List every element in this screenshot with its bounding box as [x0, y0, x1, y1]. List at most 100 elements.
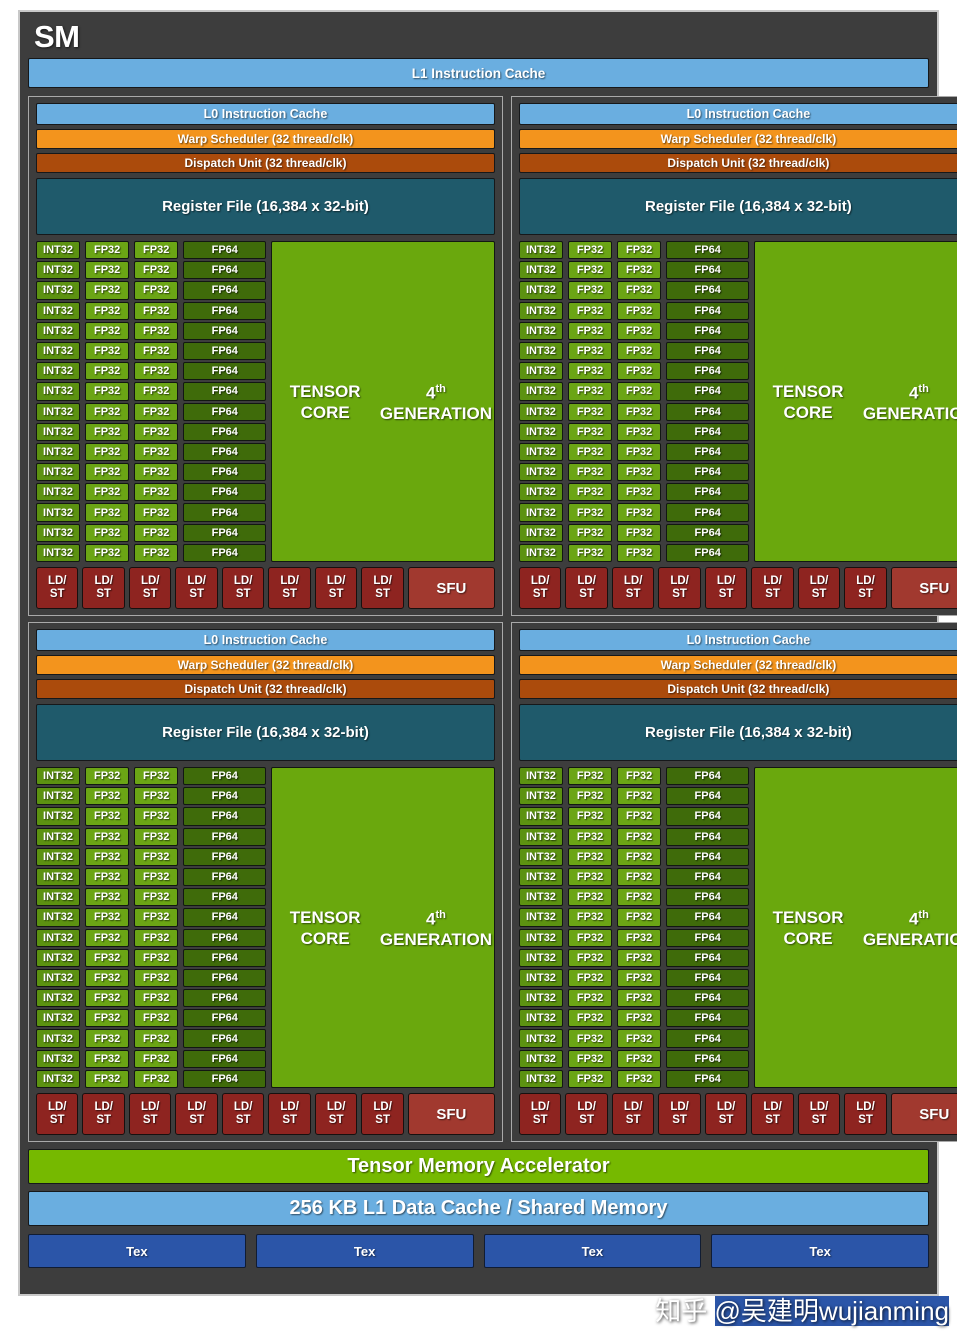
load-store-unit: LD/ST: [611, 1093, 655, 1135]
core-cell: FP32: [617, 523, 662, 542]
core-cell: FP32: [568, 1009, 613, 1028]
load-store-unit: LD/ST: [704, 1093, 748, 1135]
fp32-column-a: FP32 FP32 FP32 FP32 FP32 FP32 FP32 FP32 FP32 FP32…: [568, 767, 613, 1088]
load-store-unit: LD/ST: [797, 567, 841, 609]
dispatch-unit-block: Dispatch Unit (32 thread/clk): [518, 153, 957, 173]
core-cell: FP32: [617, 1069, 662, 1088]
core-cell: FP64: [183, 807, 267, 826]
core-cell: INT32: [36, 261, 81, 280]
processing-block-4: L0 Instruction Cache Warp Scheduler (32 t…: [510, 622, 957, 1142]
core-cell: INT32: [36, 948, 81, 967]
core-cell: FP32: [134, 261, 179, 280]
core-cell: FP32: [85, 362, 130, 381]
core-cell: INT32: [518, 989, 563, 1008]
tensor-core-line-2: 4th GENERATION: [378, 905, 494, 951]
core-cell: FP64: [183, 321, 267, 340]
core-cell: FP64: [183, 382, 267, 401]
load-store-unit: LD/ST: [314, 1093, 358, 1135]
core-cell: INT32: [518, 362, 563, 381]
core-cell: INT32: [518, 523, 563, 542]
load-store-unit: LD/ST: [361, 567, 404, 609]
load-store-label-bottom: ST: [858, 588, 873, 600]
core-cell: INT32: [518, 928, 563, 947]
core-cell: FP32: [85, 281, 130, 300]
core-cell: INT32: [518, 1069, 563, 1088]
core-cell: INT32: [518, 402, 563, 421]
core-cell: FP32: [568, 483, 613, 502]
core-cell: FP32: [617, 442, 662, 462]
load-store-label-top: LD/: [809, 1101, 829, 1113]
core-cell: FP32: [134, 362, 179, 381]
l0-instruction-cache-block: L0 Instruction Cache: [36, 103, 495, 125]
core-cell: FP32: [617, 261, 662, 280]
load-store-label-bottom: ST: [375, 588, 390, 600]
watermark: 知乎 @吴建明wujianming: [655, 1296, 949, 1326]
tensor-core-generation-ordinal: th: [435, 908, 446, 921]
core-cell: FP32: [568, 341, 613, 361]
core-cell: FP32: [85, 341, 130, 361]
core-cell: FP32: [617, 847, 662, 866]
core-cell: INT32: [36, 807, 81, 826]
warp-scheduler-block: Warp Scheduler (32 thread/clk): [36, 129, 495, 149]
core-cell: FP64: [666, 503, 750, 522]
core-cell: FP32: [85, 989, 130, 1008]
alu-core-area: INT32 INT32 INT32 INT32 INT32 INT32 INT32 INT32…: [36, 241, 495, 562]
core-cell: FP32: [568, 787, 613, 806]
core-cell: FP32: [568, 463, 613, 482]
core-cell: FP32: [134, 968, 179, 988]
load-store-unit: LD/ST: [175, 1093, 218, 1135]
core-cell: FP32: [85, 1009, 130, 1028]
core-cell: FP64: [183, 847, 267, 866]
core-cell: INT32: [518, 261, 563, 280]
register-file-block: Register File (16,384 x 32-bit): [36, 704, 495, 761]
core-cell: INT32: [36, 483, 81, 502]
load-store-unit: LD/ST: [565, 1093, 608, 1135]
core-cell: FP32: [134, 807, 179, 826]
core-cell: FP32: [568, 827, 613, 846]
core-cell: FP32: [134, 827, 179, 846]
core-cell: FP32: [134, 241, 179, 260]
core-cell: INT32: [518, 422, 563, 441]
warp-scheduler-block: Warp Scheduler (32 thread/clk): [36, 655, 495, 675]
core-cell: FP32: [568, 362, 613, 381]
core-cell: FP32: [134, 847, 179, 866]
load-store-unit: LD/ST: [314, 567, 358, 609]
load-store-label-top: LD/: [856, 1101, 875, 1113]
l0-instruction-cache-block: L0 Instruction Cache: [518, 629, 957, 651]
load-store-sfu-row: LD/ST LD/ST LD/ST LD/ST LD/ST LD/ST LD/ST LD/ST…: [518, 567, 957, 609]
core-cell: FP64: [666, 1069, 750, 1088]
core-cell: INT32: [36, 787, 81, 806]
core-cell: FP64: [666, 847, 750, 866]
core-cell: FP32: [617, 867, 662, 887]
load-store-unit: LD/ST: [128, 1093, 172, 1135]
core-cell: FP32: [617, 968, 662, 988]
core-cell: FP64: [666, 928, 750, 947]
core-cell: FP32: [134, 301, 179, 320]
fp64-column: FP64 FP64 FP64 FP64 FP64 FP64 FP64 FP64 FP64 FP64…: [666, 767, 750, 1088]
core-cell: FP32: [568, 1049, 613, 1068]
load-store-label-top: LD/: [670, 575, 689, 587]
core-cell: FP32: [85, 807, 130, 826]
load-store-label-bottom: ST: [235, 588, 251, 600]
core-cell: FP64: [183, 523, 267, 542]
core-cell: FP32: [617, 503, 662, 522]
core-cell: FP32: [134, 382, 179, 401]
core-cell: FP32: [85, 422, 130, 441]
core-cell: INT32: [36, 867, 81, 887]
int32-column: INT32 INT32 INT32 INT32 INT32 INT32 INT32 INT32…: [36, 241, 81, 562]
core-cell: FP32: [85, 543, 130, 562]
load-store-label-top: LD/: [716, 575, 736, 587]
core-cell: FP32: [568, 543, 613, 562]
load-store-label-bottom: ST: [811, 588, 827, 600]
core-cell: INT32: [36, 321, 81, 340]
core-cell: FP32: [85, 321, 130, 340]
fp32-column-b: FP32 FP32 FP32 FP32 FP32 FP32 FP32 FP32 FP32 FP32…: [617, 241, 662, 562]
core-cell: FP64: [183, 1069, 267, 1088]
load-store-label-top: LD/: [140, 1101, 160, 1113]
tensor-core-line-2: 4th GENERATION: [861, 379, 957, 425]
core-cell: FP32: [85, 767, 130, 786]
load-store-label-bottom: ST: [49, 588, 65, 600]
core-cell: FP32: [568, 888, 613, 907]
core-cell: FP64: [183, 1009, 267, 1028]
core-cell: FP32: [568, 261, 613, 280]
